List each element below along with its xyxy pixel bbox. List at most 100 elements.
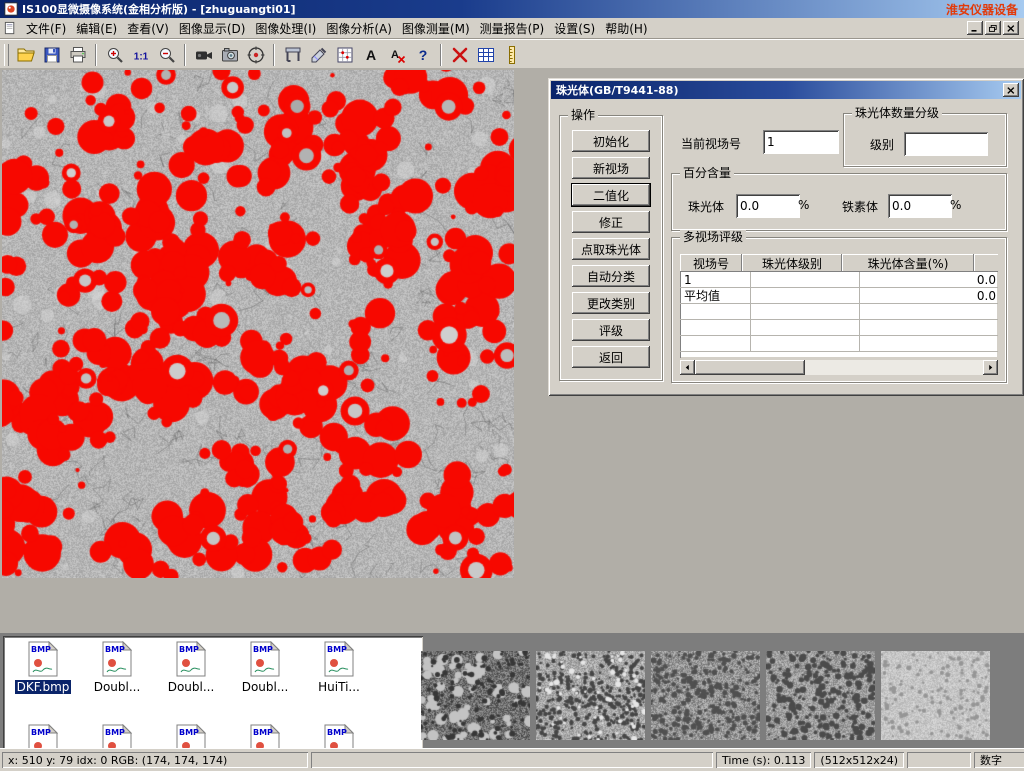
level-input[interactable]	[904, 132, 988, 156]
print-button[interactable]	[65, 43, 90, 68]
bmp-file-icon: BMP	[324, 724, 354, 749]
zoom-out-button[interactable]	[154, 43, 179, 68]
status-spacer	[311, 752, 713, 768]
file-item-partial[interactable]: BMP	[228, 721, 302, 749]
save-icon	[42, 45, 62, 65]
mdi-close-button[interactable]	[1003, 21, 1019, 35]
rating-table: 视场号珠光体级别珠光体含量(%)铁素体含量(%) 10.0平均值0.0	[680, 254, 998, 358]
open-icon	[16, 45, 36, 65]
table-row[interactable]: 10.0	[680, 272, 998, 288]
file-item-DKF.bmp[interactable]: BMPDKF.bmp	[6, 638, 80, 721]
grading-group: 珠光体数量分级 级别	[843, 113, 1007, 167]
video-capture-icon	[194, 45, 214, 65]
op-button-返回[interactable]: 返回	[572, 346, 650, 368]
text-annotation-button[interactable]: A	[358, 43, 383, 68]
scroll-track[interactable]	[695, 360, 983, 375]
app-icon	[4, 2, 18, 16]
table-cell: 0.0	[860, 272, 998, 288]
aperture-button[interactable]	[243, 43, 268, 68]
micrograph-image[interactable]	[2, 70, 514, 578]
op-button-新视场[interactable]: 新视场	[572, 157, 650, 179]
pearlite-input[interactable]	[736, 194, 800, 218]
file-item-HuiTi...[interactable]: BMPHuiTi...	[302, 638, 376, 721]
op-button-初始化[interactable]: 初始化	[572, 130, 650, 152]
dialog-close-button[interactable]	[1003, 83, 1019, 97]
open-button[interactable]	[13, 43, 38, 68]
table-cell	[751, 320, 860, 336]
bmp-file-icon: BMP	[250, 724, 280, 749]
file-item-Doubl...[interactable]: BMPDoubl...	[154, 638, 228, 721]
file-item-partial[interactable]: BMP	[80, 721, 154, 749]
table-row[interactable]	[680, 304, 998, 320]
svg-text:BMP: BMP	[179, 728, 199, 737]
thumbnail-1[interactable]	[421, 651, 530, 740]
delete-button[interactable]	[447, 43, 472, 68]
file-name: Doubl...	[166, 680, 217, 694]
thumbnail-4[interactable]	[766, 651, 875, 740]
op-button-自动分类[interactable]: 自动分类	[572, 265, 650, 287]
menu-image-measure[interactable]: 图像测量(M)	[397, 18, 475, 39]
op-button-二值化[interactable]: 二值化	[572, 184, 650, 206]
menu-help[interactable]: 帮助(H)	[600, 18, 652, 39]
actual-size-button[interactable]: 1:1	[128, 43, 153, 68]
op-button-评级[interactable]: 评级	[572, 319, 650, 341]
status-blank-panel	[907, 752, 971, 768]
menu-image-analysis[interactable]: 图像分析(A)	[321, 18, 397, 39]
zoom-in-button[interactable]	[102, 43, 127, 68]
scroll-left-button[interactable]	[680, 360, 695, 375]
menu-file[interactable]: 文件(F)	[21, 18, 71, 39]
table-cell	[860, 336, 998, 352]
save-button[interactable]	[39, 43, 64, 68]
toolbar-separator	[440, 44, 442, 66]
thumbnail-2[interactable]	[536, 651, 645, 740]
file-item-partial[interactable]: BMP	[154, 721, 228, 749]
thumbnail-3[interactable]	[651, 651, 760, 740]
file-item-Doubl...[interactable]: BMPDoubl...	[228, 638, 302, 721]
caliper-button[interactable]	[280, 43, 305, 68]
file-item-partial[interactable]: BMP	[302, 721, 376, 749]
menu-measure-report[interactable]: 测量报告(P)	[475, 18, 550, 39]
mdi-restore-button[interactable]	[985, 21, 1001, 35]
menu-settings[interactable]: 设置(S)	[549, 18, 600, 39]
aperture-icon	[246, 45, 266, 65]
operation-buttons: 初始化新视场二值化修正点取珠光体自动分类更改类别评级返回	[560, 116, 662, 368]
ruler-button[interactable]	[499, 43, 524, 68]
table-row[interactable]	[680, 336, 998, 352]
scroll-right-button[interactable]	[983, 360, 998, 375]
op-button-更改类别[interactable]: 更改类别	[572, 292, 650, 314]
menu-view[interactable]: 查看(V)	[122, 18, 174, 39]
ferrite-input[interactable]	[888, 194, 952, 218]
print-icon	[68, 45, 88, 65]
svg-text:BMP: BMP	[253, 728, 273, 737]
op-button-修正[interactable]: 修正	[572, 211, 650, 233]
micrometer-button[interactable]	[306, 43, 331, 68]
table-horizontal-scrollbar[interactable]	[680, 360, 998, 375]
dialog-title-bar[interactable]: 珠光体(GB/T9441-88)	[551, 81, 1021, 99]
dialog-title: 珠光体(GB/T9441-88)	[556, 82, 678, 98]
menu-image-processing[interactable]: 图像处理(I)	[250, 18, 321, 39]
workspace: 珠光体(GB/T9441-88) 操作 初始化新视场二值化修正点取珠光体自动分类…	[0, 68, 1024, 633]
svg-text:BMP: BMP	[327, 728, 347, 737]
table-column-header: 珠光体含量(%)	[842, 254, 974, 272]
toolbar-grip[interactable]	[4, 44, 9, 66]
camera-button[interactable]	[217, 43, 242, 68]
file-list[interactable]: BMPDKF.bmpBMPDoubl...BMPDoubl...BMPDoubl…	[3, 636, 423, 749]
data-table-button[interactable]	[473, 43, 498, 68]
table-row[interactable]	[680, 320, 998, 336]
dialog-body: 操作 初始化新视场二值化修正点取珠光体自动分类更改类别评级返回 当前视场号 珠光…	[551, 99, 1021, 393]
op-button-点取珠光体[interactable]: 点取珠光体	[572, 238, 650, 260]
menu-image-display[interactable]: 图像显示(D)	[174, 18, 251, 39]
file-item-partial[interactable]: BMP	[6, 721, 80, 749]
mdi-minimize-button[interactable]	[967, 21, 983, 35]
scroll-thumb[interactable]	[695, 360, 805, 375]
svg-text:?: ?	[418, 47, 427, 63]
help-button[interactable]: ?	[410, 43, 435, 68]
file-item-Doubl...[interactable]: BMPDoubl...	[80, 638, 154, 721]
menu-edit[interactable]: 编辑(E)	[71, 18, 122, 39]
current-field-input[interactable]	[763, 130, 839, 154]
thumbnail-5[interactable]	[881, 651, 990, 740]
table-row[interactable]: 平均值0.0	[680, 288, 998, 304]
video-capture-button[interactable]	[191, 43, 216, 68]
font-color-button[interactable]: A	[384, 43, 409, 68]
grid-measure-button[interactable]	[332, 43, 357, 68]
